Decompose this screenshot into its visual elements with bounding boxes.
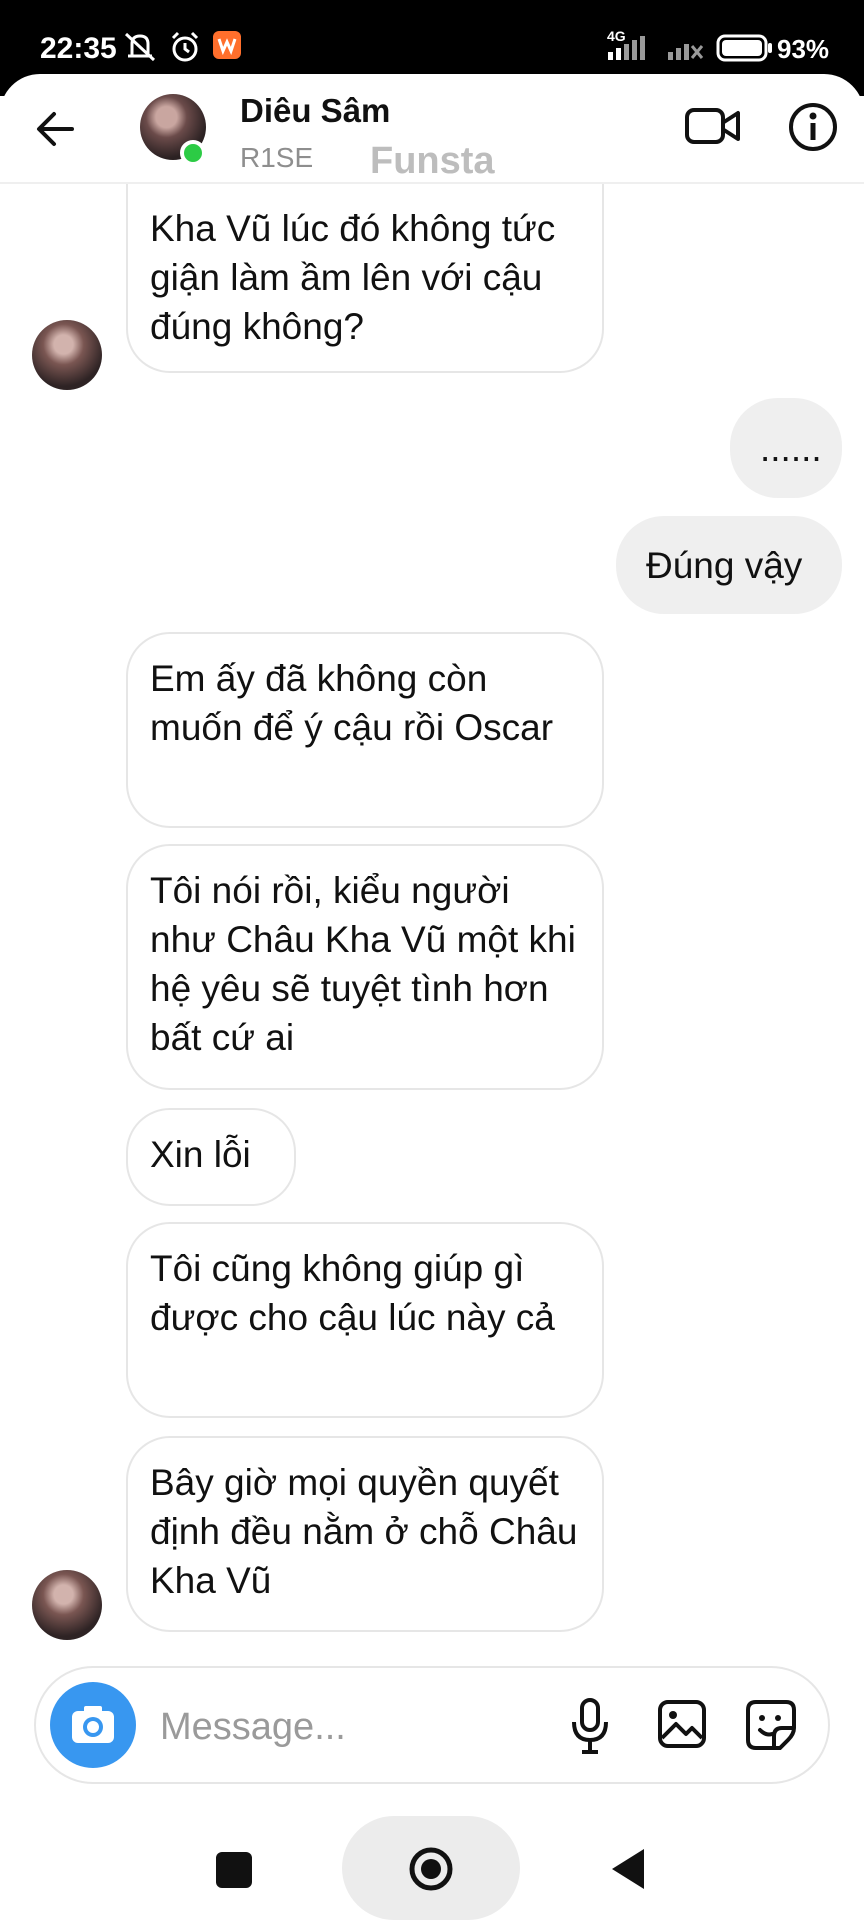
- message-bubble-incoming[interactable]: Tôi cũng không giúp gì được cho cậu lúc …: [126, 1222, 604, 1418]
- message-text: ......: [760, 427, 822, 469]
- home-icon: [409, 1847, 453, 1891]
- message-text: Tôi cũng không giúp gì được cho cậu lúc …: [150, 1248, 555, 1338]
- message-text: Xin lỗi: [150, 1134, 251, 1175]
- message-text: Tôi nói rồi, kiểu người như Châu Kha Vũ …: [150, 870, 576, 1058]
- home-button[interactable]: [342, 1816, 520, 1920]
- gallery-icon[interactable]: [656, 1698, 708, 1750]
- status-time: 22:35: [40, 32, 117, 65]
- recents-icon[interactable]: [214, 1850, 254, 1890]
- online-status-dot: [180, 140, 206, 166]
- message-bubble-outgoing[interactable]: ......: [730, 398, 842, 498]
- info-icon[interactable]: [786, 100, 840, 154]
- sender-avatar[interactable]: [32, 320, 102, 390]
- alarm-icon: [171, 31, 199, 62]
- battery-icon: [716, 34, 772, 62]
- message-bubble-incoming[interactable]: Bây giờ mọi quyền quyết định đều nằm ở c…: [126, 1436, 604, 1632]
- message-bubble-incoming[interactable]: Kha Vũ lúc đó không tức giận làm ầm lên …: [126, 184, 604, 373]
- contact-subtitle: R1SE: [240, 142, 314, 173]
- message-text: Bây giờ mọi quyền quyết định đều nằm ở c…: [150, 1462, 578, 1601]
- camera-button[interactable]: [50, 1682, 136, 1768]
- message-bubble-incoming[interactable]: Tôi nói rồi, kiểu người như Châu Kha Vũ …: [126, 844, 604, 1090]
- contact-name[interactable]: Diêu Sâm: [240, 92, 390, 130]
- message-bubble-incoming[interactable]: Xin lỗi: [126, 1108, 296, 1206]
- sticker-icon[interactable]: [744, 1698, 798, 1752]
- mute-icon: [124, 32, 156, 62]
- message-bubble-incoming[interactable]: Em ấy đã không còn muốn để ý cậu rồi Osc…: [126, 632, 604, 828]
- message-text: Đúng vậy: [646, 544, 803, 586]
- message-composer: Message...: [34, 1666, 830, 1784]
- video-call-icon[interactable]: [684, 102, 742, 150]
- subtitle-overlay: Funsta: [370, 140, 495, 182]
- microphone-icon[interactable]: [568, 1696, 612, 1756]
- message-input[interactable]: Message...: [160, 1706, 346, 1749]
- chat-header: Diêu Sâm R1SE Funsta: [0, 74, 864, 184]
- message-bubble-outgoing[interactable]: Đúng vậy: [616, 516, 842, 614]
- signal-icon: [608, 36, 704, 60]
- system-nav-bar: [0, 1800, 864, 1920]
- app-notification-icon: [213, 31, 241, 59]
- back-arrow-icon[interactable]: [30, 104, 80, 154]
- battery-percent: 93%: [777, 34, 830, 64]
- sender-avatar[interactable]: [32, 1570, 102, 1640]
- message-text: Em ấy đã không còn muốn để ý cậu rồi Osc…: [150, 658, 554, 748]
- message-text: Kha Vũ lúc đó không tức giận làm ầm lên …: [150, 208, 556, 347]
- back-nav-icon[interactable]: [608, 1846, 648, 1892]
- camera-icon: [72, 1706, 114, 1743]
